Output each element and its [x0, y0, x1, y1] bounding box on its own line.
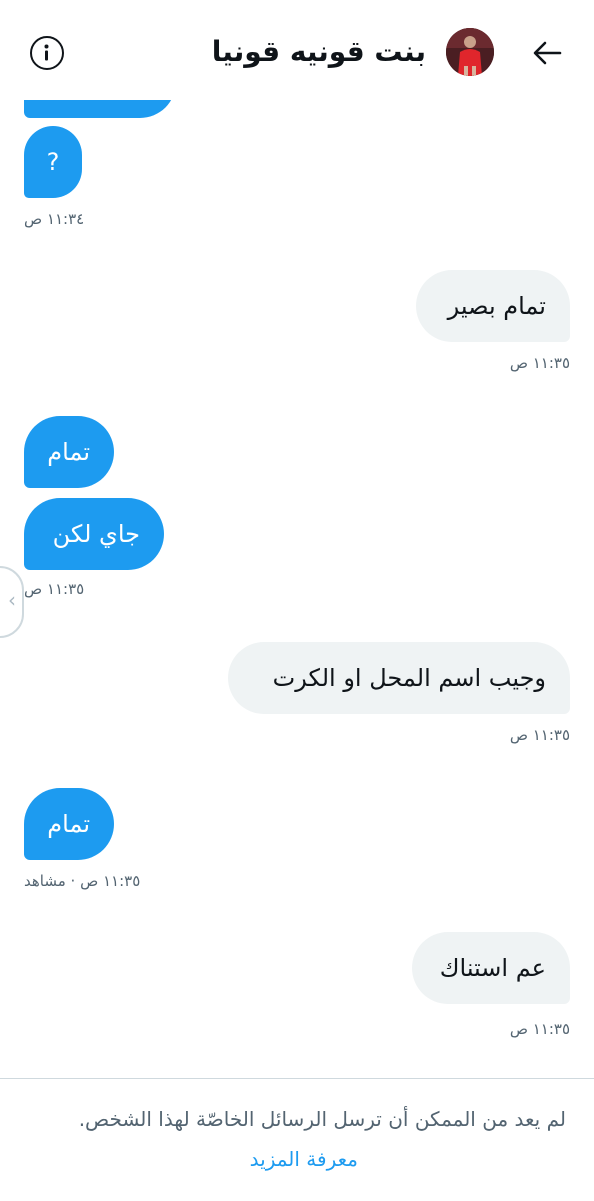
message-bubble-sent[interactable]: وجيب اسم المحل او الكرت	[228, 642, 570, 714]
message-text: وجيب اسم المحل او الكرت	[272, 664, 546, 692]
message-bubble-sent[interactable]: تمام بصير	[416, 270, 570, 342]
chevron-left-icon: ‹	[8, 588, 16, 612]
message-text: تمام	[47, 810, 90, 838]
learn-more-link[interactable]: معرفة المزيد	[250, 1147, 358, 1171]
message-bubble-received[interactable]: ?	[24, 126, 82, 198]
back-button[interactable]	[530, 36, 564, 70]
conversation-title[interactable]: بنت قونيه قونيا	[212, 30, 426, 74]
message-text: عم استناك	[439, 954, 546, 982]
message-timestamp: ١١:٣٥ ص	[509, 1020, 570, 1038]
avatar-image	[446, 28, 494, 76]
dm-disabled-notice: لم يعد من الممكن أن ترسل الرسائل الخاصّة…	[78, 1107, 566, 1131]
message-text: تمام بصير	[447, 292, 546, 320]
message-bubble-received[interactable]: تمام	[24, 416, 114, 488]
message-text: تمام	[47, 438, 90, 466]
message-bubble-received[interactable]: جاي لكن	[24, 498, 164, 570]
message-text: ?	[46, 148, 60, 176]
edge-swipe-handle[interactable]: ‹	[0, 566, 24, 638]
message-text: جاي لكن	[52, 520, 140, 548]
conversation-header: بنت قونيه قونيا	[0, 0, 594, 100]
message-timestamp: ١١:٣٤ ص	[24, 210, 85, 228]
dm-disabled-footer: لم يعد من الممكن أن ترسل الرسائل الخاصّة…	[0, 1078, 594, 1201]
message-bubble-received[interactable]: تمام	[24, 788, 114, 860]
arrow-left-icon	[533, 41, 562, 65]
info-icon	[44, 44, 49, 61]
message-timestamp: ١١:٣٥ ص	[509, 354, 570, 372]
message-timestamp: ١١:٣٥ ص	[509, 726, 570, 744]
message-timestamp: ١١:٣٥ ص	[24, 580, 85, 598]
message-timestamp-seen: ١١:٣٥ ص · مشاهد	[24, 872, 141, 890]
avatar[interactable]	[446, 28, 494, 76]
message-bubble-sent[interactable]: عم استناك	[412, 932, 570, 1004]
info-button[interactable]	[30, 36, 64, 70]
message-list[interactable]: ? ١١:٣٤ ص تمام بصير ١١:٣٥ ص تمام جاي لكن…	[0, 0, 594, 1078]
